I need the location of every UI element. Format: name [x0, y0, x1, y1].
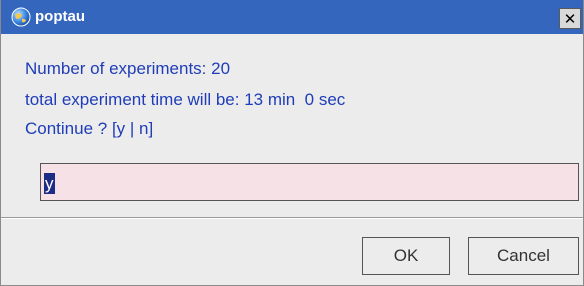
experiment-time-label: total experiment time will be: 13 min 0 …: [25, 90, 346, 109]
title-bar[interactable]: poptau ✕: [1, 0, 583, 34]
cancel-button[interactable]: Cancel: [468, 237, 579, 275]
ok-button[interactable]: OK: [362, 237, 450, 275]
dialog-window: poptau ✕ Number of experiments: 20 total…: [0, 0, 584, 286]
experiments-count-label: Number of experiments: 20: [25, 59, 231, 78]
continue-prompt-label: Continue ? [y | n]: [25, 119, 154, 138]
answer-field-container[interactable]: y: [40, 163, 579, 201]
close-icon: ✕: [563, 10, 577, 28]
button-divider-highlight: [1, 218, 583, 219]
window-title: poptau: [35, 8, 85, 25]
answer-input[interactable]: [41, 164, 578, 200]
app-globe-icon: [11, 7, 31, 27]
close-button[interactable]: ✕: [559, 8, 581, 29]
